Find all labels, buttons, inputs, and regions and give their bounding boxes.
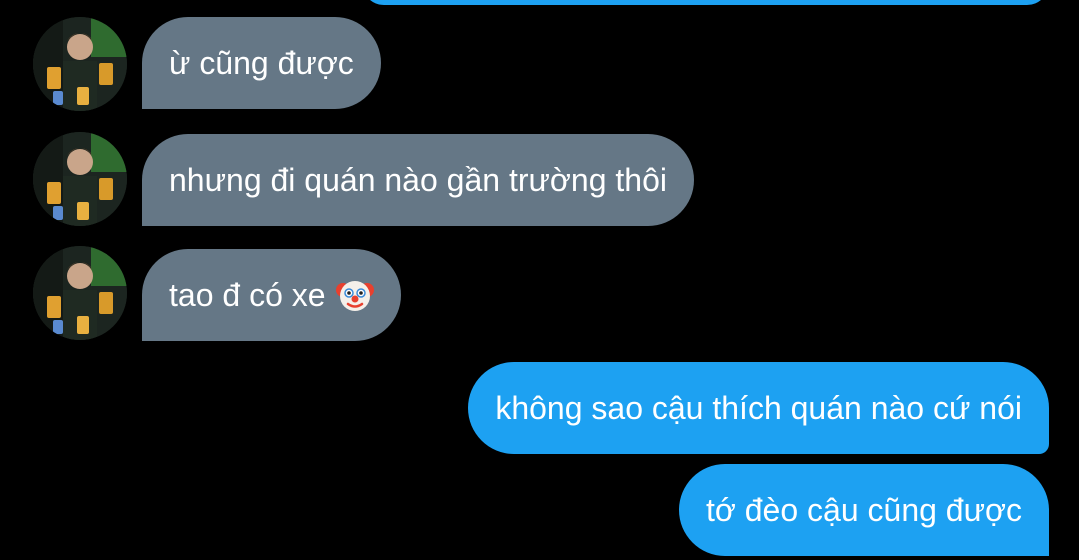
message-text: tớ đèo cậu cũng được [705, 491, 1022, 528]
avatar[interactable] [33, 132, 127, 226]
clown-face-emoji [335, 276, 374, 314]
chat-thread: ừ cũng được nhưng đi quán nào gần trường… [0, 0, 1079, 560]
message-text: ừ cũng được [169, 44, 354, 81]
message-bubble-incoming[interactable]: ừ cũng được [142, 17, 381, 109]
avatar-image [33, 17, 127, 111]
message-bubble-incoming[interactable]: tao đ có xe [142, 249, 401, 341]
message-text: không sao cậu thích quán nào cứ nói [495, 389, 1022, 426]
avatar-image [33, 246, 127, 340]
avatar[interactable] [33, 17, 127, 111]
previous-message-bubble[interactable] [362, 0, 1049, 5]
message-text: nhưng đi quán nào gần trường thôi [169, 161, 667, 198]
message-text: tao đ có xe [169, 276, 326, 313]
message-bubble-outgoing[interactable]: tớ đèo cậu cũng được [678, 464, 1049, 556]
avatar-image [33, 132, 127, 226]
avatar[interactable] [33, 246, 127, 340]
message-bubble-incoming[interactable]: nhưng đi quán nào gần trường thôi [142, 134, 694, 226]
message-bubble-outgoing[interactable]: không sao cậu thích quán nào cứ nói [468, 362, 1049, 454]
